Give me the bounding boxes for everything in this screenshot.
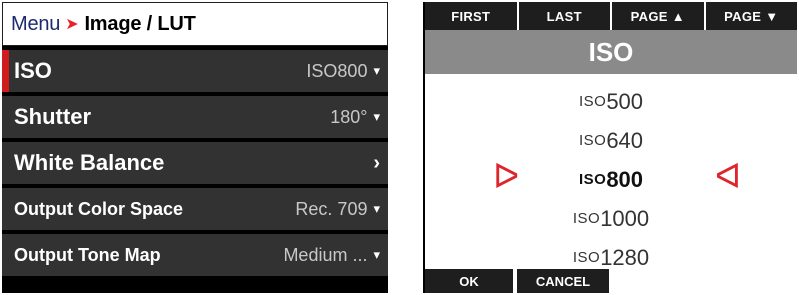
breadcrumb: Menu ➤ Image / LUT — [2, 2, 388, 46]
menu-item-value: 180° — [330, 106, 368, 127]
ok-button[interactable]: OK — [425, 269, 513, 293]
menu-item-label: Shutter — [14, 104, 91, 129]
last-button[interactable]: LAST — [519, 2, 612, 30]
iso-picker: FIRST LAST PAGE ▲ PAGE ▼ ISO ISO 500 ISO 6… — [423, 2, 797, 293]
menu-item-value: Rec. 709 — [295, 198, 368, 219]
menu-item-label: White Balance — [14, 150, 165, 175]
option-iso-500[interactable]: ISO 500 — [425, 82, 797, 121]
menu-item-output-color-space[interactable]: Output Color Space Rec. 709 ▾ — [2, 188, 388, 230]
footer-bar: OK CANCEL — [425, 269, 609, 293]
page-down-button[interactable]: PAGE ▼ — [706, 2, 798, 30]
menu-item-iso[interactable]: ISO ISO800 ▾ — [2, 50, 388, 92]
menu-item-white-balance[interactable]: White Balance › — [2, 142, 388, 184]
option-iso-1000[interactable]: ISO 1000 — [425, 199, 797, 238]
dropdown-caret-icon: ▾ — [373, 201, 380, 216]
selection-arrow-right-icon: ᐊ — [715, 158, 742, 196]
menu-item-shutter[interactable]: Shutter 180° ▾ — [2, 96, 388, 138]
breadcrumb-menu[interactable]: Menu — [11, 13, 60, 36]
menu-item-value: ISO800 — [306, 60, 368, 81]
page-up-button[interactable]: PAGE ▲ — [612, 2, 706, 30]
dropdown-caret-icon: ▾ — [373, 63, 380, 78]
selection-arrow-left-icon: ᐅ — [493, 158, 520, 196]
breadcrumb-separator-icon: ➤ — [65, 16, 79, 33]
breadcrumb-current: Image / LUT — [84, 12, 196, 35]
triangle-down-icon: ▼ — [765, 8, 779, 24]
menu-item-value: Medium ... — [283, 244, 368, 265]
menu-panel: Menu ➤ Image / LUT ISO ISO800 ▾ Shutter … — [2, 2, 388, 293]
option-list: ISO 500 ISO 640 ISO 800 ISO 1000 ISO 1280 — [425, 82, 797, 277]
first-button[interactable]: FIRST — [425, 2, 519, 30]
menu-item-label: Output Color Space — [14, 198, 184, 219]
pager-bar: FIRST LAST PAGE ▲ PAGE ▼ — [425, 2, 797, 30]
chevron-right-icon: › — [373, 151, 380, 174]
picker-title: ISO — [425, 30, 797, 74]
option-iso-800-selected[interactable]: ISO 800 — [425, 160, 797, 199]
option-iso-640[interactable]: ISO 640 — [425, 121, 797, 160]
dropdown-caret-icon: ▾ — [373, 247, 380, 262]
menu-item-label: Output Tone Map — [14, 244, 161, 265]
menu-item-label: ISO — [14, 58, 52, 83]
menu-item-output-tone-map[interactable]: Output Tone Map Medium ... ▾ — [2, 234, 388, 276]
cancel-button[interactable]: CANCEL — [517, 269, 609, 293]
dropdown-caret-icon: ▾ — [373, 109, 380, 124]
triangle-up-icon: ▲ — [671, 8, 685, 24]
